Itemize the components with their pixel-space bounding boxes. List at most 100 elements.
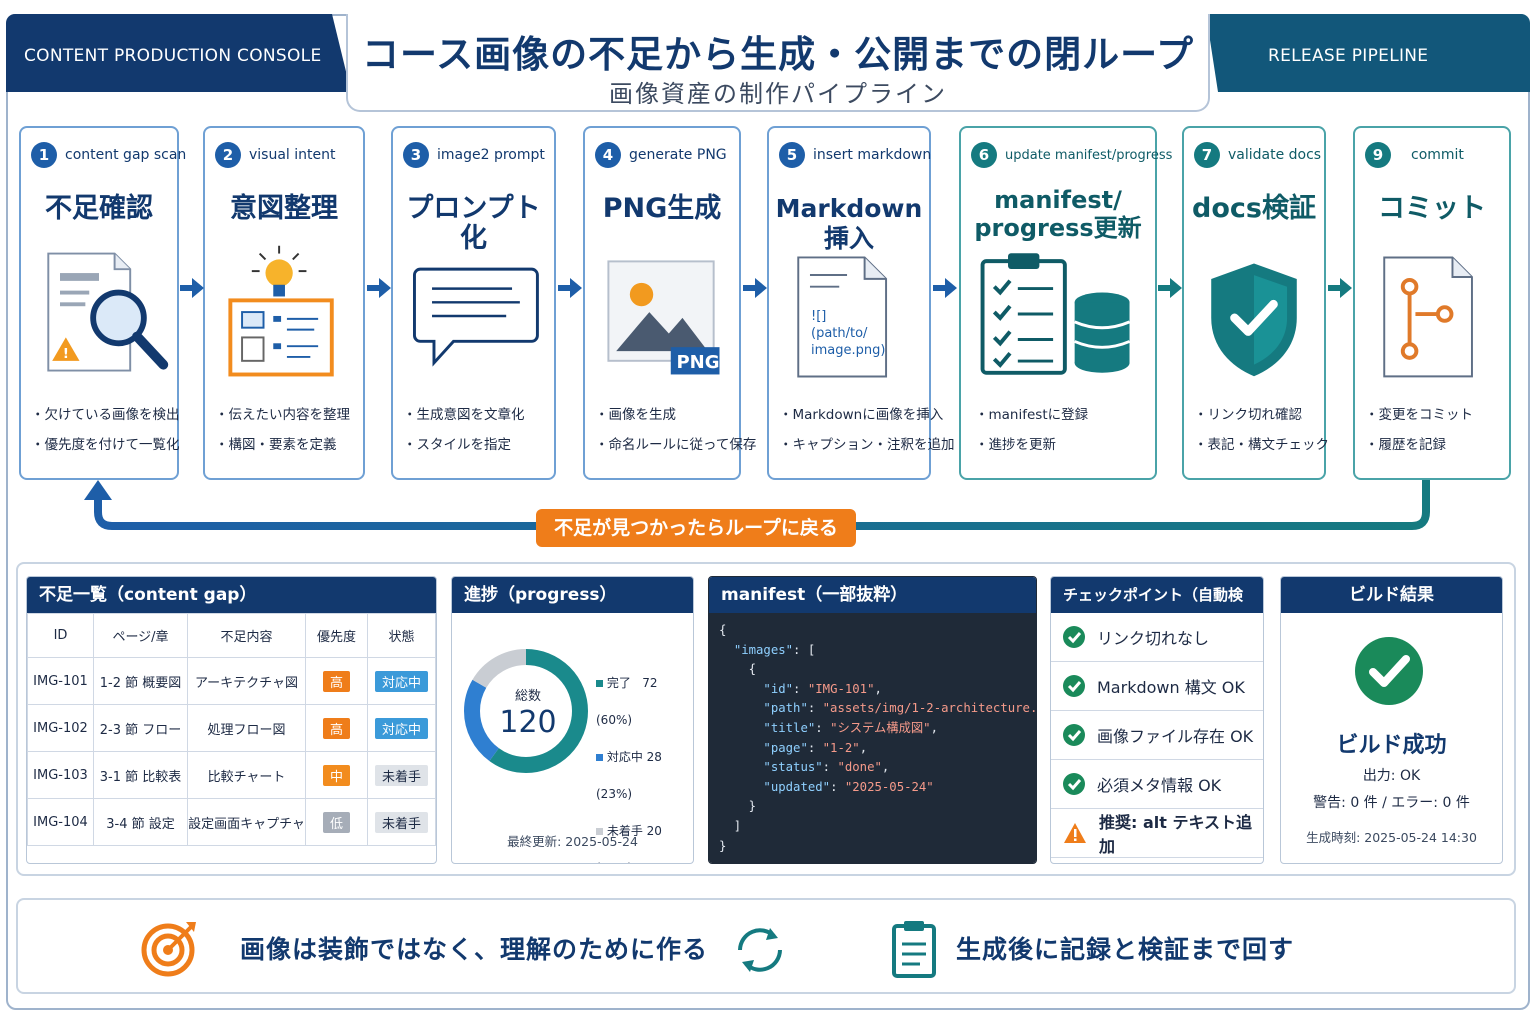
step-card-image2-prompt[interactable]: 3 image2 prompt プロンプト化 ・生成意図を文章化 ・スタイルを指定 bbox=[391, 126, 556, 480]
panel-title: manifest（一部抜粋） bbox=[709, 577, 1036, 613]
step-en-label: generate PNG bbox=[629, 147, 727, 163]
legend-item: 対応中 28 (23%) bbox=[596, 739, 693, 813]
step-bullet: ・manifestに登録 bbox=[975, 407, 1089, 423]
code-line: "path": "assets/img/1-2-architecture.png… bbox=[763, 701, 1037, 716]
code-line: "title": "システム構成図", bbox=[763, 720, 938, 735]
step-jp-label: 意図整理 bbox=[230, 193, 338, 224]
step-bullet: ・リンク切れ確認 bbox=[1194, 407, 1302, 423]
checkpoint-item: 画像ファイル存在 OK bbox=[1051, 711, 1263, 760]
step-bullet: ・生成意図を文章化 bbox=[403, 407, 525, 423]
step-card-visual-intent[interactable]: 2 visual intent 意図整理 ・伝えたい内容を整理 ・構図・要素を定義 bbox=[203, 126, 365, 480]
step-number: 9 bbox=[1365, 142, 1391, 168]
cell-id: IMG-104 bbox=[27, 798, 94, 846]
checkpoint-item: 必須メタ情報 OK bbox=[1051, 760, 1263, 809]
step-bullet: ・Markdownに画像を挿入 bbox=[779, 407, 944, 423]
flow-arrow-icon bbox=[743, 278, 767, 298]
column-header: ID bbox=[27, 613, 94, 658]
manifest-panel: manifest（一部抜粋） { "images": [ { "id": "IM… bbox=[708, 576, 1037, 864]
git-branch-icon bbox=[1383, 256, 1473, 378]
flow-arrow-icon bbox=[558, 278, 582, 298]
content-gap-table: ID ページ/章 不足内容 優先度 状態 IMG-101 1-2 節 概要図 アーキ… bbox=[27, 613, 436, 846]
code-line: "page": "1-2", bbox=[763, 740, 868, 755]
table-row[interactable]: IMG-102 2-3 節 フロー 処理フロー図高 対応中 bbox=[27, 704, 436, 752]
lightbulb-board-icon bbox=[228, 245, 334, 377]
step-bullet: ・スタイルを指定 bbox=[403, 437, 511, 453]
code-line: { bbox=[719, 662, 757, 677]
priority-badge: 高 bbox=[322, 670, 350, 692]
flow-arrow-icon bbox=[180, 278, 204, 298]
cell-page: 2-3 節 フロー bbox=[93, 704, 188, 752]
step-bullet: ・画像を生成 bbox=[595, 407, 676, 423]
priority-badge: 高 bbox=[322, 717, 350, 739]
legend-item: 完了 72 (60%) bbox=[596, 665, 693, 739]
step-bullet: ・履歴を記録 bbox=[1365, 437, 1446, 453]
step-number: 5 bbox=[779, 142, 805, 168]
step-bullet: ・表記・構文チェック bbox=[1194, 437, 1329, 453]
checkpoint-item: 推奨: alt テキスト追加 bbox=[1051, 809, 1263, 858]
legend-swatch bbox=[596, 680, 603, 687]
flow-arrow-icon bbox=[367, 278, 391, 298]
step-card-insert-markdown[interactable]: 5 insert markdown Markdown挿入 ![] (path/to… bbox=[767, 126, 955, 480]
panel-title: チェックポイント（自動検証） bbox=[1051, 577, 1263, 640]
column-header: 不足内容 bbox=[187, 613, 306, 658]
build-time: 生成時刻: 2025-05-24 14:30 bbox=[1306, 830, 1477, 845]
table-row[interactable]: IMG-103 3-1 節 比較表 比較チャート中 未着手 bbox=[27, 751, 436, 799]
check-icon bbox=[1063, 724, 1085, 746]
build-status: ビルド成功 bbox=[1336, 733, 1447, 758]
target-icon bbox=[141, 922, 196, 977]
step-card-update-manifest[interactable]: 6 update manifest/progress manifest/progr… bbox=[959, 126, 1172, 480]
code-line: ] bbox=[719, 818, 742, 833]
step-jp-label: docs検証 bbox=[1192, 193, 1316, 224]
flow-arrow-icon bbox=[1328, 278, 1352, 298]
flow-arrow-icon bbox=[933, 278, 957, 298]
status-badge: 対応中 bbox=[374, 717, 428, 739]
step-en-label: image2 prompt bbox=[437, 147, 545, 163]
checkpoint-label: 必須メタ情報 OK bbox=[1097, 776, 1222, 795]
step-number: 6 bbox=[971, 142, 997, 168]
step-bullet: ・優先度を付けて一覧化 bbox=[31, 437, 180, 453]
step-en-label: commit bbox=[1411, 147, 1464, 163]
code-line: "images": [ bbox=[733, 642, 816, 657]
step-card-generate-png[interactable]: 4 generate PNG PNG生成 PNG ・画像を生成 ・命名ルールに従って… bbox=[583, 126, 756, 480]
table-row[interactable]: IMG-104 3-4 節 設定 設定画面キャプチャ低 未着手 bbox=[27, 798, 436, 846]
column-header: 状態 bbox=[367, 613, 436, 658]
code-line: "updated": "2025-05-24" bbox=[763, 779, 934, 794]
document-search-icon: ! bbox=[47, 252, 169, 372]
code-line: "id": "IMG-101", bbox=[763, 681, 882, 696]
step-en-label: visual intent bbox=[249, 147, 336, 163]
build-output: 出力: OK bbox=[1362, 768, 1421, 784]
step-card-validate-docs[interactable]: 7 validate docs docs検証 ・リンク切れ確認 ・表記・構文チェック bbox=[1182, 126, 1329, 480]
markdown-line: image.png) bbox=[811, 343, 886, 358]
step-bullet: ・進捗を更新 bbox=[975, 437, 1056, 453]
png-badge: PNG bbox=[676, 352, 720, 373]
column-header: ページ/章 bbox=[93, 613, 188, 658]
checkpoint-label: リンク切れなし bbox=[1097, 629, 1210, 648]
table-row[interactable]: IMG-101 1-2 節 概要図 アーキテクチャ図高 対応中 bbox=[27, 657, 436, 705]
shield-check-icon bbox=[1211, 263, 1297, 377]
cell-content: アーキテクチャ図 bbox=[187, 657, 306, 705]
legend-swatch bbox=[596, 754, 603, 761]
speech-bubble-icon bbox=[413, 267, 539, 367]
cell-id: IMG-101 bbox=[27, 657, 94, 705]
loop-back-label: 不足が見つかったらループに戻る bbox=[536, 509, 856, 547]
step-jp-label: コミット bbox=[1378, 193, 1486, 224]
step-en-label: update manifest/progress bbox=[1005, 147, 1173, 163]
manifest-code-block: { "images": [ { "id": "IMG-101", "path":… bbox=[709, 613, 1037, 863]
cell-id: IMG-103 bbox=[27, 751, 94, 799]
status-badge: 対応中 bbox=[374, 670, 428, 692]
step-card-commit[interactable]: 9 commit コミット ・変更をコミット ・履歴を記録 bbox=[1353, 126, 1511, 480]
last-updated: 最終更新: 2025-05-24 bbox=[507, 834, 638, 849]
total-value: 120 bbox=[499, 705, 557, 740]
step-card-gap-scan[interactable]: 1 content gap scan 不足確認 ! ・欠けている画像を検出 ・優先度… bbox=[19, 126, 186, 480]
code-line: "status": "done", bbox=[763, 760, 890, 775]
flow-arrow-icon bbox=[1158, 278, 1182, 298]
panel-title: 進捗（progress） bbox=[452, 577, 693, 613]
step-number: 1 bbox=[31, 142, 57, 168]
footer-left-message: 画像は装飾ではなく、理解のために作る bbox=[240, 935, 709, 964]
step-bullet: ・変更をコミット bbox=[1365, 407, 1473, 423]
step-number: 7 bbox=[1194, 142, 1220, 168]
step-number: 4 bbox=[595, 142, 621, 168]
checkpoint-label: 推奨: alt テキスト追加 bbox=[1099, 813, 1252, 856]
checkpoint-label: Markdown 構文 OK bbox=[1097, 678, 1245, 697]
check-icon bbox=[1063, 626, 1085, 648]
